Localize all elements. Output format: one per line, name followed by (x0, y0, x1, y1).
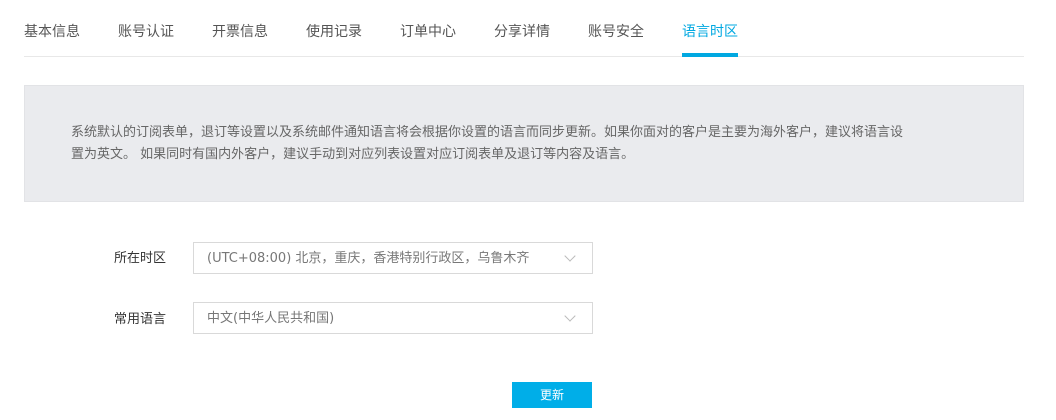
tab-share-details[interactable]: 分享详情 (494, 0, 550, 57)
tab-language-timezone[interactable]: 语言时区 (682, 0, 738, 57)
chevron-down-icon (564, 310, 576, 322)
language-timezone-page: 基本信息 账号认证 开票信息 使用记录 订单中心 分享详情 账号安全 语言时区 … (0, 0, 1056, 420)
timezone-select-value: (UTC+08:00) 北京，重庆，香港特别行政区，乌鲁木齐 (207, 251, 530, 266)
timezone-select[interactable]: (UTC+08:00) 北京，重庆，香港特别行政区，乌鲁木齐 (193, 242, 593, 274)
notice-line-2: 置为英文。 如果同时有国内外客户，建议手动到对应列表设置对应订阅表单及退订等内容… (71, 147, 635, 162)
tab-usage-records[interactable]: 使用记录 (306, 0, 362, 57)
chevron-down-icon (564, 250, 576, 262)
tab-account-verification[interactable]: 账号认证 (118, 0, 174, 57)
language-select-value: 中文(中华人民共和国) (207, 311, 335, 326)
language-select[interactable]: 中文(中华人民共和国) (193, 302, 593, 334)
notice-text: 系统默认的订阅表单，退订等设置以及系统邮件通知语言将会根据你设置的语言而同步更新… (71, 122, 971, 166)
update-button[interactable]: 更新 (512, 382, 592, 408)
account-tabs: 基本信息 账号认证 开票信息 使用记录 订单中心 分享详情 账号安全 语言时区 (24, 0, 1024, 57)
tab-account-security[interactable]: 账号安全 (588, 0, 644, 57)
notice-line-1: 系统默认的订阅表单，退订等设置以及系统邮件通知语言将会根据你设置的语言而同步更新… (71, 125, 904, 140)
language-notice-box: 系统默认的订阅表单，退订等设置以及系统邮件通知语言将会根据你设置的语言而同步更新… (24, 85, 1024, 202)
timezone-label: 所在时区 (114, 251, 167, 266)
tab-invoice-info[interactable]: 开票信息 (212, 0, 268, 57)
tab-basic-info[interactable]: 基本信息 (24, 0, 80, 57)
tab-order-center[interactable]: 订单中心 (400, 0, 456, 57)
language-label: 常用语言 (114, 312, 167, 327)
